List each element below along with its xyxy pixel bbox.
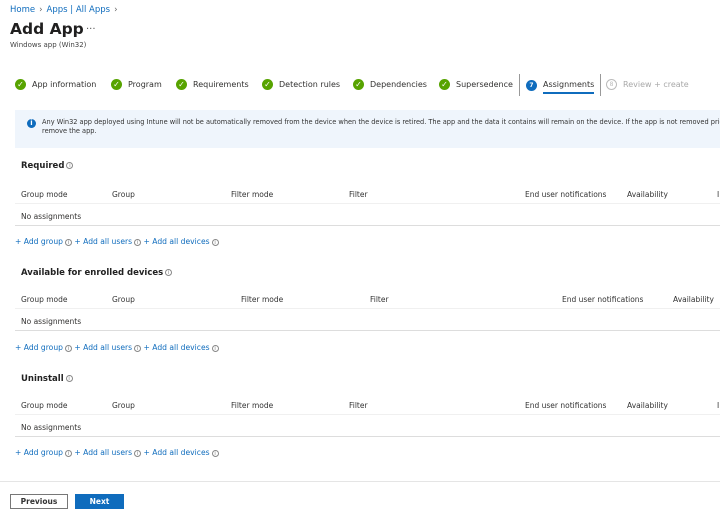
table-row-empty: No assignments: [15, 312, 720, 331]
column-header: Availability: [627, 190, 668, 199]
next-button[interactable]: Next: [75, 494, 124, 509]
section-title-required: Required i: [21, 161, 74, 171]
checkmark-icon: ✓: [15, 79, 26, 90]
page-subtitle: Windows app (Win32): [10, 41, 87, 49]
column-header: End user notifications: [525, 190, 607, 199]
step-program[interactable]: ✓ Program: [111, 79, 162, 90]
add-all-users-link[interactable]: + Add all users: [74, 237, 132, 246]
uninstall-actions: + Add group i + Add all users i + Add all …: [15, 448, 219, 457]
column-header: End user notifications: [562, 295, 644, 304]
step-supersedence[interactable]: ✓ Supersedence: [439, 79, 513, 90]
info-icon[interactable]: i: [65, 375, 73, 382]
info-icon[interactable]: i: [134, 238, 142, 246]
add-all-devices-link[interactable]: + Add all devices: [144, 448, 210, 457]
column-header: End user notifications: [525, 401, 607, 410]
checkmark-icon: ✓: [439, 79, 450, 90]
chevron-right-icon: ›: [39, 5, 43, 15]
add-all-devices-link[interactable]: + Add all devices: [144, 343, 210, 352]
column-header: Group: [112, 190, 135, 199]
section-title-available: Available for enrolled devices i: [21, 268, 173, 278]
info-icon[interactable]: i: [64, 344, 72, 352]
step-label: Review + create: [623, 80, 689, 89]
column-header: Filter: [370, 295, 389, 304]
add-group-link[interactable]: + Add group: [15, 237, 63, 246]
step-number-icon: 8: [606, 79, 617, 90]
step-label: Program: [128, 80, 162, 89]
column-header: Filter mode: [231, 401, 274, 410]
info-icon[interactable]: i: [165, 269, 173, 276]
chevron-right-icon: ›: [114, 5, 118, 15]
available-actions: + Add group i + Add all users i + Add all …: [15, 343, 219, 352]
add-group-link[interactable]: + Add group: [15, 448, 63, 457]
column-header: Group mode: [21, 295, 68, 304]
column-header: I: [717, 190, 720, 199]
more-options-icon[interactable]: ···: [86, 24, 96, 35]
info-icon[interactable]: i: [211, 449, 219, 457]
info-icon[interactable]: i: [134, 449, 142, 457]
column-header: Group mode: [21, 401, 68, 410]
info-icon[interactable]: i: [211, 344, 219, 352]
required-actions: + Add group i + Add all users i + Add all …: [15, 237, 219, 246]
checkmark-icon: ✓: [353, 79, 364, 90]
column-header: Filter: [349, 190, 368, 199]
banner-text: Any Win32 app deployed using Intune will…: [42, 118, 720, 126]
table-row-empty: No assignments: [15, 207, 720, 226]
table-row-empty: No assignments: [15, 418, 720, 437]
checkmark-icon: ✓: [262, 79, 273, 90]
info-icon[interactable]: i: [64, 449, 72, 457]
checkmark-icon: ✓: [176, 79, 187, 90]
step-assignments[interactable]: 7 Assignments: [519, 74, 602, 96]
banner-text-2: remove the app.: [42, 127, 97, 135]
add-all-users-link[interactable]: + Add all users: [74, 343, 132, 352]
step-label: App information: [32, 80, 97, 89]
step-label: Dependencies: [370, 80, 427, 89]
column-header: Group mode: [21, 190, 68, 199]
breadcrumb: Home › Apps | All Apps ›: [10, 5, 122, 15]
table-header: Group mode Group Filter mode Filter End …: [15, 184, 720, 204]
step-label: Detection rules: [279, 80, 341, 89]
table-header: Group mode Group Filter mode Filter End …: [15, 395, 720, 415]
section-title-uninstall: Uninstall i: [21, 374, 73, 384]
step-label: Assignments: [543, 77, 595, 94]
column-header: Filter: [349, 401, 368, 410]
column-header: Availability: [673, 295, 714, 304]
breadcrumb-home[interactable]: Home: [10, 5, 35, 15]
add-group-link[interactable]: + Add group: [15, 343, 63, 352]
step-number-icon: 7: [526, 79, 537, 91]
column-header: Filter mode: [231, 190, 274, 199]
info-icon[interactable]: i: [211, 238, 219, 246]
add-all-users-link[interactable]: + Add all users: [74, 448, 132, 457]
column-header: I: [717, 401, 720, 410]
info-icon[interactable]: i: [134, 344, 142, 352]
info-icon: i: [27, 119, 36, 128]
column-header: Group: [112, 295, 135, 304]
checkmark-icon: ✓: [111, 79, 122, 90]
breadcrumb-all-apps[interactable]: Apps | All Apps: [47, 5, 111, 15]
column-header: Availability: [627, 401, 668, 410]
step-detection-rules[interactable]: ✓ Detection rules: [262, 79, 340, 90]
info-icon[interactable]: i: [66, 162, 74, 169]
page-title: Add App: [10, 20, 84, 38]
step-dependencies[interactable]: ✓ Dependencies: [353, 79, 427, 90]
info-icon[interactable]: i: [64, 238, 72, 246]
add-all-devices-link[interactable]: + Add all devices: [144, 237, 210, 246]
info-banner: i Any Win32 app deployed using Intune wi…: [15, 110, 720, 148]
step-label: Supersedence: [456, 80, 513, 89]
step-app-information[interactable]: ✓ App information: [15, 79, 96, 90]
column-header: Group: [112, 401, 135, 410]
column-header: Filter mode: [241, 295, 284, 304]
step-review-create: 8 Review + create: [606, 79, 689, 90]
step-label: Requirements: [193, 80, 249, 89]
footer-divider: [0, 481, 720, 482]
step-requirements[interactable]: ✓ Requirements: [176, 79, 249, 90]
previous-button[interactable]: Previous: [10, 494, 68, 509]
table-header: Group mode Group Filter mode Filter End …: [15, 289, 720, 309]
